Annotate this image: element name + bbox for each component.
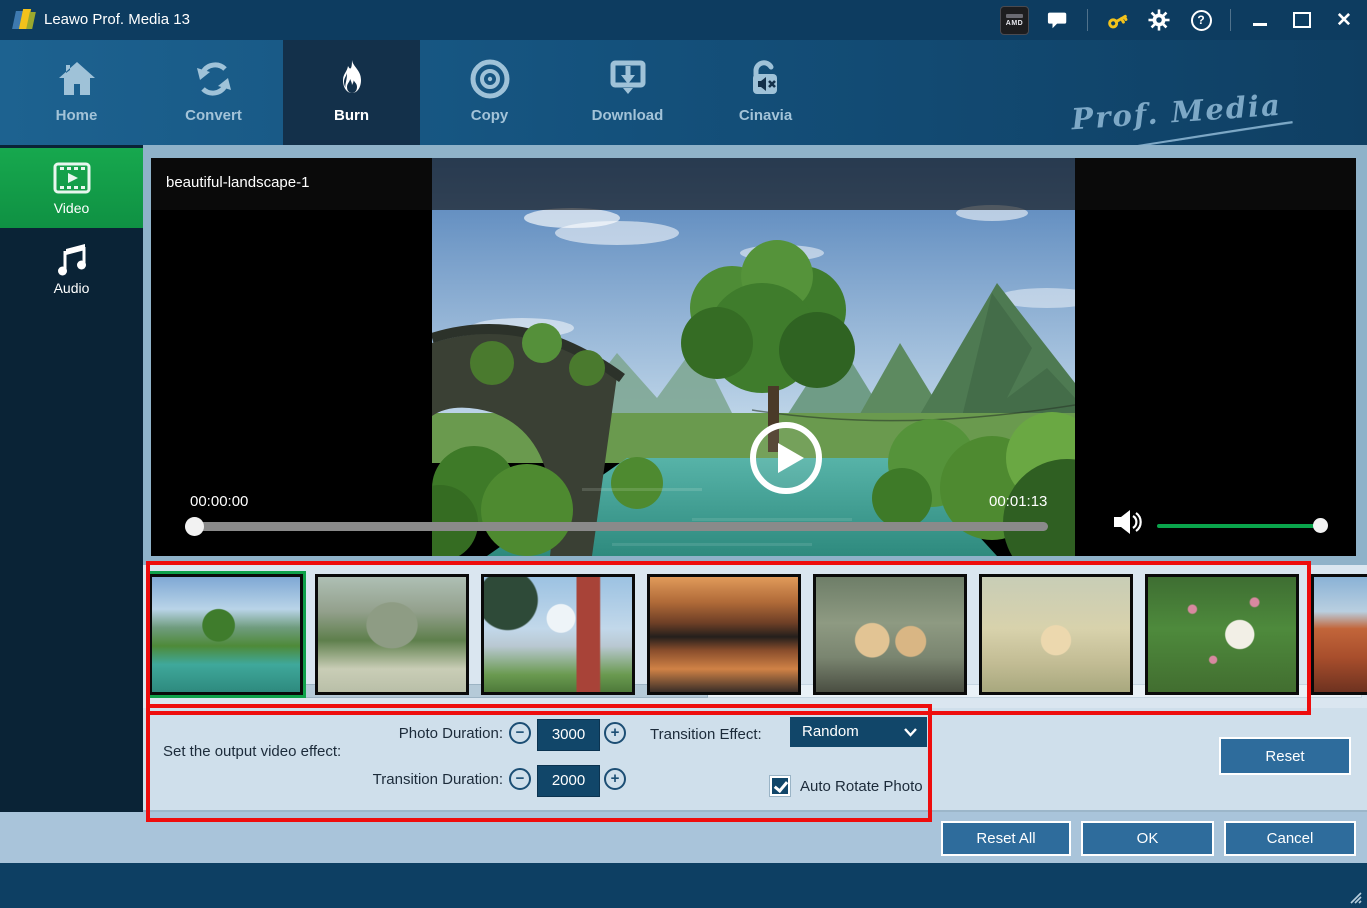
sidebar: Video Audio — [0, 145, 143, 812]
total-time: 00:01:13 — [989, 493, 1047, 510]
transition-effect-value: Random — [802, 723, 859, 740]
main-nav: Home Convert Burn Copy Download — [0, 40, 1367, 145]
chevron-down-icon — [904, 728, 917, 737]
transition-effect-label: Transition Effect: — [650, 726, 780, 743]
burn-flame-icon — [328, 54, 376, 104]
thumbnail-desert-monuments[interactable] — [1311, 574, 1367, 695]
maximize-button[interactable] — [1289, 7, 1315, 33]
app-window: Leawo Prof. Media 13 AMD ? ✕ — [0, 0, 1367, 908]
settings-section-label: Set the output video effect: — [163, 743, 341, 760]
play-button[interactable] — [749, 421, 823, 495]
status-footer — [0, 863, 1367, 908]
ok-button[interactable]: OK — [1081, 821, 1214, 856]
reset-all-button[interactable]: Reset All — [941, 821, 1071, 856]
playing-filename: beautiful-landscape-1 — [166, 174, 309, 191]
cinavia-unlock-mute-icon — [742, 54, 790, 104]
volume-knob[interactable] — [1313, 518, 1328, 533]
thumbnail-orange-mountain-lake[interactable] — [647, 574, 801, 695]
thumbnail-landscape-bridge[interactable] — [149, 574, 303, 695]
thumbnail-puppy-in-grass[interactable] — [1145, 574, 1299, 695]
bottom-button-strip: Reset All OK Cancel — [0, 812, 1367, 863]
lower-panel: Set the output video effect: Photo Durat… — [143, 565, 1367, 812]
sidebar-item-video[interactable]: Video — [0, 148, 143, 228]
thumbnail-stone-bridge-creek[interactable] — [315, 574, 469, 695]
feedback-bubble-icon[interactable] — [1045, 7, 1071, 33]
transition-duration-decrease-button[interactable]: − — [509, 768, 531, 790]
disc-icon — [466, 54, 514, 104]
video-player: beautiful-landscape-1 00:00:00 00:01:13 — [151, 158, 1356, 556]
cancel-button[interactable]: Cancel — [1224, 821, 1356, 856]
leawo-logo-icon — [12, 8, 36, 32]
tab-copy[interactable]: Copy — [421, 40, 558, 145]
download-icon — [604, 54, 652, 104]
settings-gear-icon[interactable] — [1146, 7, 1172, 33]
titlebar-separator — [1087, 9, 1088, 31]
player-title-overlay: beautiful-landscape-1 — [151, 158, 1356, 210]
tab-download[interactable]: Download — [559, 40, 696, 145]
transition-duration-increase-button[interactable]: + — [604, 768, 626, 790]
register-key-icon[interactable] — [1104, 7, 1130, 33]
titlebar-separator — [1230, 9, 1231, 31]
thumbnail-pagoda-mount-fuji[interactable] — [481, 574, 635, 695]
resize-grip[interactable] — [1346, 888, 1362, 904]
video-filmstrip-icon — [52, 158, 92, 198]
tab-convert[interactable]: Convert — [145, 40, 282, 145]
auto-rotate-checkbox[interactable] — [770, 776, 790, 796]
tab-home[interactable]: Home — [8, 40, 145, 145]
thumbnail-two-puppies[interactable] — [813, 574, 967, 695]
photo-duration-increase-button[interactable]: + — [604, 722, 626, 744]
seek-bar[interactable] — [185, 522, 1048, 531]
home-icon — [53, 54, 101, 104]
help-icon[interactable]: ? — [1188, 7, 1214, 33]
transition-duration-value[interactable]: 2000 — [537, 765, 600, 797]
photo-duration-label: Photo Duration: — [378, 725, 503, 742]
convert-icon — [190, 54, 238, 104]
player-area: beautiful-landscape-1 00:00:00 00:01:13 — [143, 145, 1367, 565]
video-frame — [432, 158, 1075, 556]
titlebar: Leawo Prof. Media 13 AMD ? ✕ — [0, 0, 1367, 40]
audio-note-icon — [54, 238, 90, 278]
current-time: 00:00:00 — [190, 493, 248, 510]
transition-duration-label: Transition Duration: — [333, 771, 503, 788]
photo-duration-value[interactable]: 3000 — [537, 719, 600, 751]
auto-rotate-label: Auto Rotate Photo — [800, 778, 923, 795]
volume-slider[interactable] — [1157, 524, 1320, 528]
transition-effect-dropdown[interactable]: Random — [790, 717, 927, 747]
photo-duration-decrease-button[interactable]: − — [509, 722, 531, 744]
tab-cinavia[interactable]: Cinavia — [697, 40, 834, 145]
thumbnail-golden-puppy[interactable] — [979, 574, 1133, 695]
amd-badge-icon: AMD — [1000, 6, 1029, 35]
sidebar-item-audio[interactable]: Audio — [0, 228, 143, 308]
minimize-button[interactable] — [1247, 7, 1273, 33]
volume-speaker-icon[interactable] — [1113, 508, 1145, 541]
reset-button[interactable]: Reset — [1219, 737, 1351, 775]
window-title: Leawo Prof. Media 13 — [44, 11, 190, 28]
seek-knob[interactable] — [185, 517, 204, 536]
tab-burn[interactable]: Burn — [283, 40, 420, 145]
close-button[interactable]: ✕ — [1331, 7, 1357, 33]
